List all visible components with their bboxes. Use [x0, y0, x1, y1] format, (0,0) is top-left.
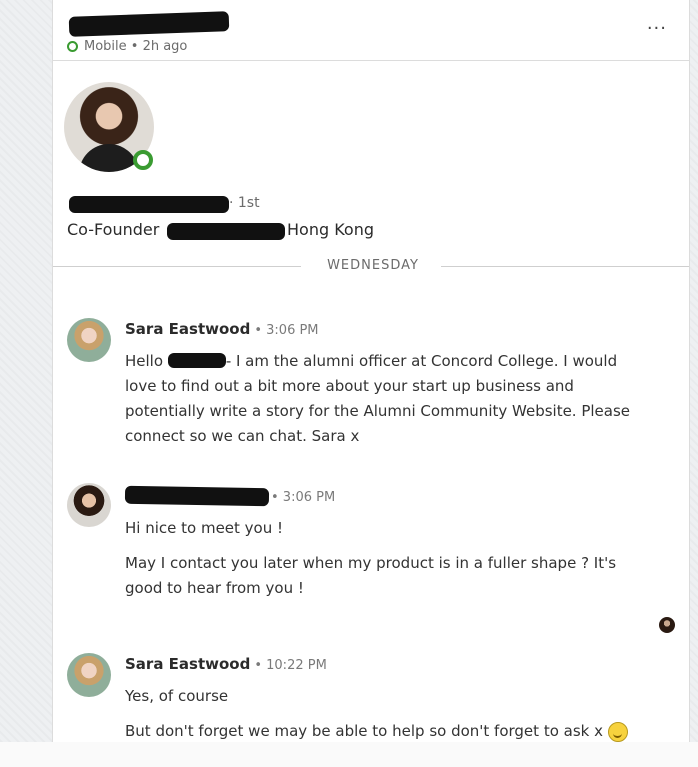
headline-prefix: Co-Founder — [67, 220, 160, 239]
connection-degree: · 1st — [229, 195, 260, 211]
message-sender: • 3:06 PM — [267, 487, 335, 505]
sender-name[interactable]: Sara Eastwood — [125, 655, 250, 673]
message-time: • 3:06 PM — [254, 323, 319, 338]
presence-status: Mobile • 2h ago — [67, 39, 187, 54]
conversation-panel: Mobile • 2h ago ··· · 1st Co-Founder Hon… — [52, 0, 690, 767]
message-sender: Sara Eastwood • 3:06 PM — [125, 320, 319, 338]
message-line: - I am the alumni officer at Concord Col… — [225, 352, 618, 370]
day-divider: WEDNESDAY — [53, 255, 689, 277]
read-receipt-avatar — [659, 617, 675, 633]
day-divider-label: WEDNESDAY — [327, 258, 419, 273]
message-line: Hi nice to meet you ! — [125, 519, 284, 537]
online-status-icon — [67, 41, 78, 52]
sender-name[interactable]: Sara Eastwood — [125, 320, 250, 338]
message-line: connect so we can chat. Sara x — [125, 427, 360, 445]
smiling-emoji-icon — [607, 721, 628, 742]
redacted-recipient-name — [167, 353, 226, 368]
message-line: Yes, of course — [125, 687, 229, 705]
presence-status-text: Mobile • 2h ago — [84, 39, 188, 54]
avatar[interactable] — [67, 653, 111, 697]
message-sender: Sara Eastwood • 10:22 PM — [125, 655, 327, 673]
message-line: Hello — [125, 352, 164, 370]
message-line: potentially write a story for the Alumni… — [125, 402, 631, 420]
message-line: May I contact you later when my product … — [125, 554, 617, 572]
more-options-icon[interactable]: ··· — [647, 18, 667, 39]
message-body: Hi nice to meet you ! May I contact you … — [125, 516, 670, 601]
redacted-sender-name — [124, 485, 270, 507]
headline-location: Hong Kong — [287, 220, 374, 239]
redacted-company — [167, 223, 285, 240]
message-line: love to find out a bit more about your s… — [125, 377, 574, 395]
message-body: Yes, of course But don't forget we may b… — [125, 684, 670, 744]
redacted-profile-name — [69, 196, 229, 213]
redacted-contact-name — [68, 11, 230, 37]
conversation-header: Mobile • 2h ago ··· — [53, 0, 689, 61]
message-time: • 10:22 PM — [254, 658, 327, 673]
message-line: good to hear from you ! — [125, 579, 304, 597]
message-body: Hello - I am the alumni officer at Conco… — [125, 349, 670, 449]
online-indicator-icon — [133, 150, 153, 170]
avatar[interactable] — [67, 318, 111, 362]
bottom-strip — [0, 742, 698, 767]
profile-headline: Co-Founder — [67, 220, 159, 239]
avatar[interactable] — [67, 483, 111, 527]
message-time: • 3:06 PM — [271, 490, 336, 505]
message-line: But don't forget we may be able to help … — [125, 722, 603, 740]
